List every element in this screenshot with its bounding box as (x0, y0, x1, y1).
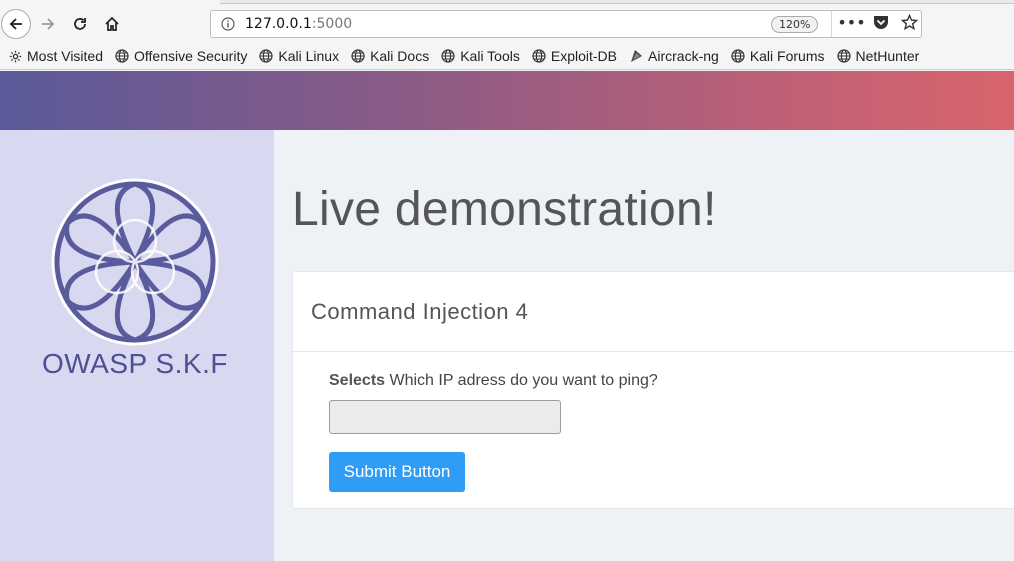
bookmark-label: Kali Linux (278, 48, 340, 64)
globe-icon (836, 49, 851, 63)
owasp-skf-logo (51, 178, 219, 346)
info-icon[interactable] (219, 15, 237, 33)
bookmark-label: Most Visited (27, 48, 103, 64)
bookmark-label: NetHunter (855, 48, 920, 64)
label-text: Which IP adress do you want to ping? (385, 372, 658, 389)
label-bold: Selects (329, 372, 386, 389)
reload-button[interactable] (66, 10, 94, 38)
bookmark-item[interactable]: Kali Tools (441, 48, 520, 64)
url-actions: ••• (837, 13, 918, 32)
arrow-right-icon (42, 18, 55, 30)
globe-icon (259, 49, 273, 63)
card-title: Command Injection 4 (311, 299, 529, 324)
bookmark-star-icon[interactable] (901, 14, 918, 31)
globe-icon (532, 49, 546, 63)
bookmark-item[interactable]: Kali Docs (351, 48, 429, 64)
bookmark-label: Offensive Security (134, 48, 248, 64)
arrow-left-icon (9, 18, 22, 30)
gear-icon (8, 49, 22, 63)
globe-icon (441, 49, 455, 63)
url-bar[interactable]: 127.0.0.1:5000 120% ••• (210, 10, 922, 38)
challenge-card: Command Injection 4 Selects Which IP adr… (292, 271, 1014, 509)
bookmark-label: Kali Tools (460, 48, 520, 64)
aircrack-icon (629, 49, 643, 63)
globe-icon (115, 49, 129, 63)
bookmark-item[interactable]: Kali Linux (259, 48, 339, 64)
url-host: 127.0.0.1 (245, 16, 312, 32)
sidebar: OWASP S.K.F (0, 130, 274, 561)
ip-address-input[interactable] (329, 400, 561, 434)
globe-icon (351, 49, 365, 63)
browser-toolbar: 127.0.0.1:5000 120% ••• Most Visited Offe… (0, 0, 1014, 70)
main-content: Live demonstration! Command Injection 4 … (274, 130, 1014, 561)
header-gradient-bar (0, 71, 1014, 130)
bookmark-item[interactable]: Exploit-DB (532, 48, 617, 64)
pocket-icon[interactable] (872, 14, 889, 31)
back-button[interactable] (1, 9, 31, 39)
bookmark-item[interactable]: Aircrack-ng (629, 48, 719, 64)
bookmarks-toolbar: Most Visited Offensive Security Kali Linux… (0, 44, 919, 68)
bookmark-item[interactable]: Most Visited (8, 48, 103, 64)
globe-icon (731, 49, 745, 63)
logo-petal (114, 260, 156, 343)
ip-field-label: Selects Which IP adress do you want to p… (329, 372, 658, 390)
more-actions-icon[interactable]: ••• (837, 13, 865, 32)
tab-strip-edge (220, 0, 1014, 4)
url-divider (831, 11, 832, 37)
bookmark-item[interactable]: Offensive Security (115, 48, 247, 64)
bookmark-label: Kali Forums (749, 48, 825, 64)
bookmark-label: Kali Docs (370, 48, 430, 64)
card-header: Command Injection 4 (293, 272, 1014, 352)
url-port: :5000 (311, 16, 353, 32)
home-button[interactable] (98, 10, 126, 38)
reload-icon (74, 18, 86, 30)
bookmark-label: Aircrack-ng (648, 48, 719, 64)
url-text[interactable]: 127.0.0.1:5000 (245, 16, 352, 32)
forward-button[interactable] (34, 10, 62, 38)
home-icon (105, 16, 119, 31)
submit-button[interactable]: Submit Button (329, 452, 465, 492)
brand-name: OWASP S.K.F (42, 348, 228, 379)
bookmark-label: Exploit-DB (550, 48, 618, 64)
bookmark-item[interactable]: NetHunter (836, 48, 920, 64)
zoom-level-badge[interactable]: 120% (771, 16, 819, 33)
bookmark-item[interactable]: Kali Forums (731, 48, 825, 64)
page-title: Live demonstration! (292, 183, 717, 236)
